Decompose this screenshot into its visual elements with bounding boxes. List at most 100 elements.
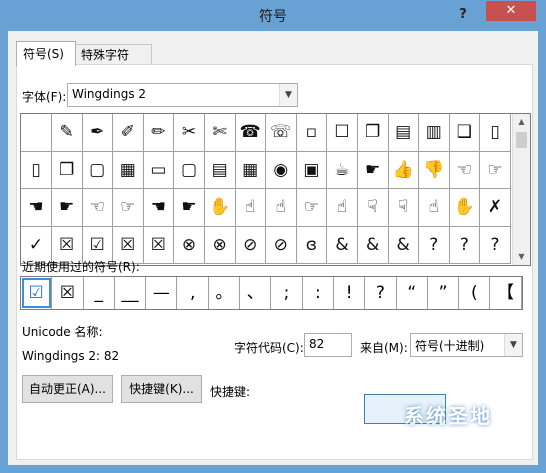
symbol-cell[interactable]: & [357,226,389,264]
symbol-cell[interactable]: ☚ [143,189,175,227]
recent-symbol-cell[interactable]: 【 [491,277,522,309]
recent-symbol-cell[interactable]: ☒ [52,277,84,309]
symbol-cell[interactable]: ▫ [296,114,328,152]
symbol-cell[interactable]: ✎ [51,114,83,152]
scroll-down-icon[interactable]: ▼ [513,249,530,265]
symbol-cell[interactable]: ▥ [418,114,450,152]
from-select-value: 符号(十进制) [415,339,485,353]
symbol-cell[interactable]: ✋ [204,189,236,227]
symbol-cell[interactable]: ☚ [21,189,52,227]
symbol-cell[interactable]: ɞ [296,226,328,264]
recent-symbols-label: 近期使用过的符号(R): [22,260,140,274]
symbol-cell[interactable]: ✗ [480,189,511,227]
recent-symbol-cell[interactable]: : [303,277,334,309]
scroll-thumb[interactable] [516,132,527,148]
from-select[interactable]: 符号(十进制) ▼ [410,333,523,357]
recent-symbol-cell[interactable]: ” [428,277,460,309]
symbol-cell[interactable]: ☜ [449,151,481,189]
symbol-cell[interactable]: ✐ [112,114,144,152]
symbol-cell[interactable]: ▦ [235,151,267,189]
symbol-cell[interactable]: ⊘ [265,226,297,264]
recent-symbol-cell[interactable]: ? [365,277,397,309]
font-select[interactable]: Wingdings 2 ▼ [67,83,298,107]
shortcut-key-button[interactable]: 快捷键(K)... [121,375,202,403]
char-code-label: 字符代码(C): [234,341,304,355]
recent-symbol-cell[interactable]: ( [459,277,491,309]
recent-symbol-cell[interactable]: ; [271,277,303,309]
symbol-cell[interactable]: ⊗ [204,226,236,264]
shortcut-key-label: 快捷键: [210,385,251,399]
grid-scrollbar[interactable]: ▲ ▼ [512,114,530,265]
recent-symbol-cell[interactable]: __ [115,277,147,309]
symbol-cell[interactable]: ▤ [204,151,236,189]
recent-symbols-list: ☑ ☒ _ __ —,。、;:!? “”(【 [20,276,523,310]
symbol-cell[interactable]: ☝ [265,189,297,227]
symbol-cell[interactable]: ☝ [327,189,358,227]
symbol-cell[interactable]: ☛ [357,151,389,189]
symbol-cell[interactable]: ☞ [296,189,328,227]
symbol-cell[interactable]: ✋ [449,189,481,227]
symbol-cell[interactable]: ☎ [235,114,267,152]
recent-symbol-cell[interactable]: , [178,277,209,309]
symbol-cell[interactable]: ❐ [51,151,83,189]
symbol-cell[interactable]: ? [480,226,511,264]
symbol-cell[interactable]: 👍 [388,151,420,189]
symbol-cell[interactable]: ☟ [357,189,389,227]
symbol-cell[interactable]: ☝ [418,189,450,227]
symbol-cell[interactable]: ✄ [204,114,236,152]
watermark-logo: 系统圣地 [404,404,492,428]
symbol-cell[interactable]: ▣ [296,151,328,189]
symbol-cell[interactable]: ☏ [265,114,297,152]
symbol-cell[interactable]: ❑ [449,114,481,152]
symbol-cell[interactable]: ☐ [327,114,358,152]
tab-symbols[interactable]: 符号(S) [16,41,76,66]
chevron-down-icon[interactable]: ▼ [504,334,522,356]
symbol-cell[interactable] [21,114,52,152]
symbol-cell[interactable]: ✒ [82,114,114,152]
symbol-cell[interactable]: ▢ [174,151,205,189]
chevron-down-icon[interactable]: ▼ [279,84,297,106]
scroll-up-icon[interactable]: ▲ [513,114,530,130]
symbol-cell[interactable]: ✏ [143,114,175,152]
symbol-cell[interactable]: ⊗ [174,226,205,264]
symbol-cell[interactable]: ☞ [112,189,144,227]
symbol-cell[interactable]: ? [418,226,450,264]
symbol-cell[interactable]: ✂ [174,114,205,152]
char-code-input[interactable]: 82 [304,333,352,357]
symbol-cell[interactable]: ☟ [388,189,420,227]
tab-special-characters[interactable]: 特殊字符(P) [74,44,152,82]
symbol-cell[interactable]: ◉ [265,151,297,189]
recent-symbol-cell[interactable]: 。 [209,277,241,309]
symbol-cell[interactable]: ▦ [112,151,144,189]
autocorrect-button[interactable]: 自动更正(A)... [22,375,113,403]
symbol-cell[interactable]: ☛ [174,189,205,227]
symbol-cell[interactable]: ☞ [480,151,511,189]
font-select-value: Wingdings 2 [72,87,147,101]
symbol-cell[interactable]: ☜ [82,189,114,227]
symbol-cell[interactable]: & [327,226,358,264]
symbol-cell[interactable]: & [388,226,420,264]
recent-symbol-cell[interactable]: ! [334,277,366,309]
symbol-cell[interactable]: ☛ [51,189,83,227]
symbol-cell[interactable]: ❐ [357,114,389,152]
symbol-cell[interactable]: ☕ [327,151,358,189]
recent-symbol-cell[interactable]: “ [397,277,428,309]
symbol-cell[interactable]: ? [449,226,481,264]
symbol-cell[interactable]: ☒ [143,226,175,264]
symbol-cell[interactable]: ▤ [388,114,420,152]
close-button[interactable]: ✕ [486,1,536,21]
symbol-cell[interactable]: ▯ [21,151,52,189]
symbol-cell[interactable]: ▯ [480,114,511,152]
symbol-cell[interactable]: ▭ [143,151,175,189]
recent-symbol-cell[interactable]: ☑ [21,277,53,309]
watermark-url: www.xpgod.com [454,425,520,434]
symbol-cell[interactable]: 👎 [418,151,450,189]
help-icon[interactable]: ? [452,5,474,25]
font-label: 字体(F): [22,90,67,104]
recent-symbol-cell[interactable]: 、 [240,277,272,309]
recent-symbol-cell[interactable]: — [146,277,178,309]
symbol-cell[interactable]: ☝ [235,189,267,227]
recent-symbol-cell[interactable]: _ [84,277,115,309]
symbol-cell[interactable]: ▢ [82,151,114,189]
symbol-cell[interactable]: ⊘ [235,226,267,264]
